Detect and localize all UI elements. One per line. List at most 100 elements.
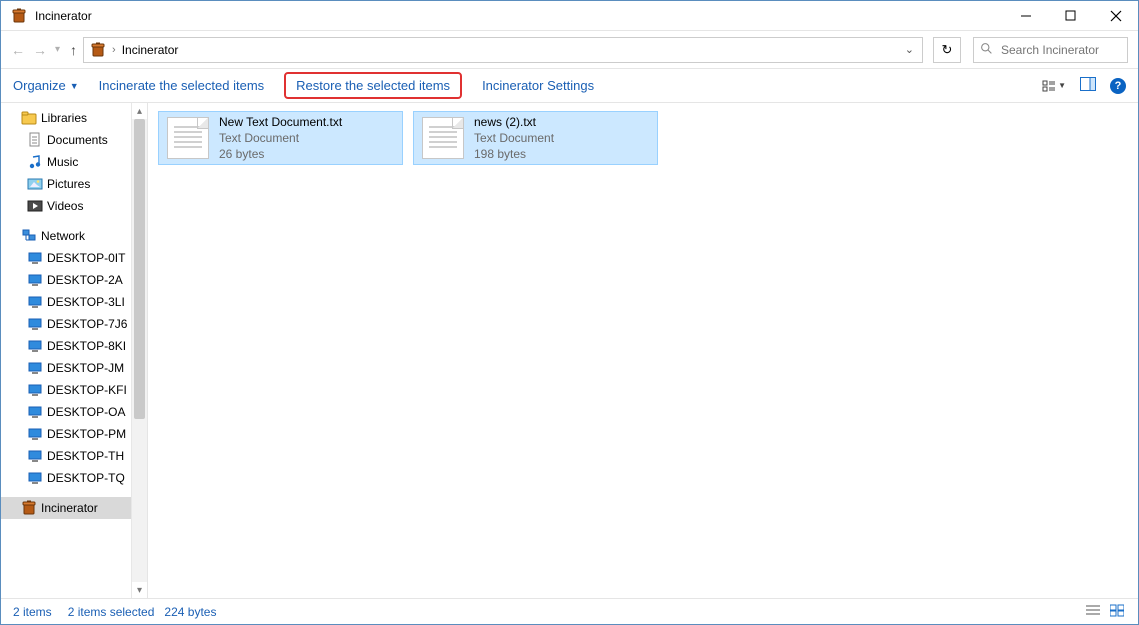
help-button[interactable]: ? [1110,78,1126,94]
app-icon [11,8,27,24]
incinerator-icon [21,500,37,516]
computer-icon [27,426,43,442]
documents-icon [27,132,43,148]
nav-arrows: ← → ▾ [11,42,60,58]
view-options-button[interactable]: ▼ [1042,79,1066,93]
tree-node-computer[interactable]: DESKTOP-JM [1,357,147,379]
nav-scrollbar[interactable]: ▴ ▾ [131,103,147,598]
file-name: New Text Document.txt [219,114,342,130]
search-icon [980,42,993,58]
tree-label: DESKTOP-KFI [47,383,127,397]
navigation-pane: Libraries Documents Music Pictures [1,103,148,598]
nav-tree: Libraries Documents Music Pictures [1,103,147,519]
status-selected-size: 224 bytes [164,605,216,619]
organize-menu[interactable]: Organize ▼ [13,78,79,93]
tree-node-libraries[interactable]: Libraries [1,107,147,129]
minimize-button[interactable] [1003,1,1048,30]
chevron-down-icon: ▼ [70,81,79,91]
tree-node-computer[interactable]: DESKTOP-0IT [1,247,147,269]
file-type: Text Document [219,130,342,146]
tree-label: Pictures [47,177,90,191]
tree-node-music[interactable]: Music [1,151,147,173]
network-group: Network DESKTOP-0IT DESKTOP-2A DESKTOP-3… [1,225,147,489]
breadcrumb-location[interactable]: Incinerator [122,43,179,57]
file-meta: news (2).txt Text Document 198 bytes [474,114,554,163]
file-item[interactable]: New Text Document.txt Text Document 26 b… [158,111,403,165]
status-item-count: 2 items [13,605,52,619]
breadcrumb[interactable]: › Incinerator ⌄ [83,37,923,63]
tree-node-computer[interactable]: DESKTOP-PM [1,423,147,445]
content-view[interactable]: New Text Document.txt Text Document 26 b… [148,103,1138,598]
history-dropdown[interactable]: ▾ [55,44,60,55]
incinerate-selected-button[interactable]: Incinerate the selected items [99,78,264,93]
file-item[interactable]: news (2).txt Text Document 198 bytes [413,111,658,165]
network-icon [21,228,37,244]
forward-button[interactable]: → [33,42,47,58]
file-list: New Text Document.txt Text Document 26 b… [158,111,1128,165]
tree-label: Documents [47,133,108,147]
search-box[interactable] [973,37,1128,63]
tree-label: Videos [47,199,83,213]
tree-node-computer[interactable]: DESKTOP-TQ [1,467,147,489]
file-size: 26 bytes [219,146,342,162]
organize-label: Organize [13,78,66,93]
app-window: Incinerator ← → ▾ ↑ › Incinerator [0,0,1139,625]
computer-icon [27,316,43,332]
text-file-icon [422,117,464,159]
preview-pane-button[interactable] [1080,77,1096,94]
tree-label: Music [47,155,78,169]
scroll-down-button[interactable]: ▾ [132,582,147,598]
tree-node-computer[interactable]: DESKTOP-8KI [1,335,147,357]
tree-label: DESKTOP-8KI [47,339,126,353]
computer-icon [27,294,43,310]
music-icon [27,154,43,170]
incinerator-settings-button[interactable]: Incinerator Settings [482,78,594,93]
computer-icon [27,404,43,420]
up-button[interactable]: ↑ [70,42,77,58]
location-icon [90,42,106,58]
status-selected-count: 2 items selected [68,605,155,619]
scroll-up-button[interactable]: ▴ [132,103,147,119]
tree-node-computer[interactable]: DESKTOP-TH [1,445,147,467]
tree-label: Libraries [41,111,87,125]
tiles-view-button[interactable] [1108,602,1126,622]
tree-node-pictures[interactable]: Pictures [1,173,147,195]
tree-label: DESKTOP-0IT [47,251,125,265]
maximize-button[interactable] [1048,1,1093,30]
computer-icon [27,470,43,486]
tree-node-computer[interactable]: DESKTOP-KFI [1,379,147,401]
computer-icon [27,360,43,376]
refresh-button[interactable]: ↻ [933,37,961,63]
tree-node-documents[interactable]: Documents [1,129,147,151]
address-dropdown[interactable]: ⌄ [903,43,916,56]
restore-selected-button[interactable]: Restore the selected items [284,72,462,99]
pictures-icon [27,176,43,192]
back-button[interactable]: ← [11,42,25,58]
file-name: news (2).txt [474,114,554,130]
tree-label: DESKTOP-TH [47,449,124,463]
scroll-track[interactable] [132,119,147,582]
chevron-right-icon[interactable]: › [112,44,116,56]
tree-label: DESKTOP-JM [47,361,124,375]
tree-node-computer[interactable]: DESKTOP-OA [1,401,147,423]
status-view-switcher [1084,602,1126,622]
file-type: Text Document [474,130,554,146]
search-input[interactable] [999,42,1121,58]
tree-node-incinerator[interactable]: Incinerator [1,497,147,519]
scroll-thumb[interactable] [134,119,145,419]
tree-node-computer[interactable]: DESKTOP-7J6 [1,313,147,335]
tree-label: Incinerator [41,501,98,515]
file-meta: New Text Document.txt Text Document 26 b… [219,114,342,163]
computer-icon [27,338,43,354]
libraries-group: Libraries Documents Music Pictures [1,107,147,217]
close-button[interactable] [1093,1,1138,30]
tree-node-computer[interactable]: DESKTOP-2A [1,269,147,291]
tree-label: Network [41,229,85,243]
chevron-down-icon: ▼ [1058,81,1066,90]
text-file-icon [167,117,209,159]
tree-node-network[interactable]: Network [1,225,147,247]
details-view-button[interactable] [1084,602,1102,622]
tree-node-computer[interactable]: DESKTOP-3LI [1,291,147,313]
tree-node-videos[interactable]: Videos [1,195,147,217]
libraries-icon [21,110,37,126]
